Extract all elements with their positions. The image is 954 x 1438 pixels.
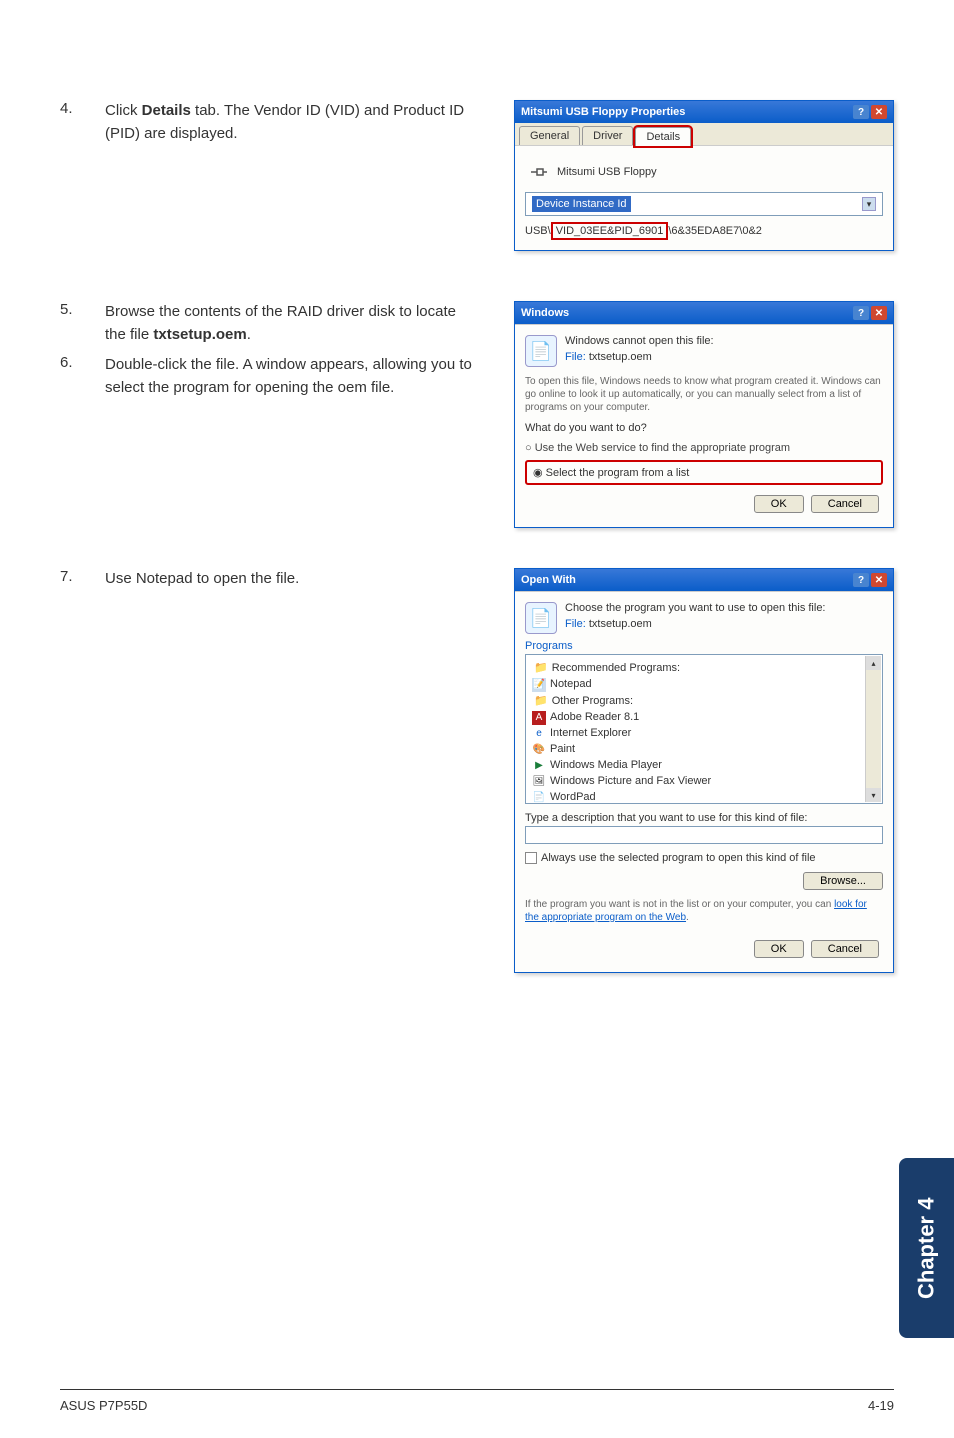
other-group: 📁Other Programs: [530, 692, 878, 709]
step-number: 7. [60, 568, 105, 973]
always-use-checkbox[interactable]: Always use the selected program to open … [525, 852, 883, 864]
step-number: 6. [60, 354, 105, 399]
description-input[interactable] [525, 826, 883, 844]
dialog-title-bar: Open With ? ✕ [515, 569, 893, 591]
step-number: 5. [60, 301, 105, 346]
program-list[interactable]: 📁Recommended Programs: 📝Notepad 📁Other P… [525, 654, 883, 804]
choose-text: Choose the program you want to use to op… [565, 602, 826, 614]
tab-row: General Driver Details [515, 123, 893, 145]
device-icon [529, 164, 549, 180]
close-button[interactable]: ✕ [871, 573, 887, 587]
cannot-open-text: Windows cannot open this file: [565, 335, 714, 347]
footer-page: 4-19 [868, 1398, 894, 1413]
scroll-down-icon[interactable]: ▾ [866, 788, 881, 802]
dialog-title: Mitsumi USB Floppy Properties [521, 106, 685, 118]
info-text: To open this file, Windows needs to know… [525, 375, 883, 414]
help-button[interactable]: ? [853, 105, 869, 119]
property-value: USB\VID_03EE&PID_6901\6&35EDA8E7\0&2 [525, 222, 883, 240]
not-in-list-text: If the program you want is not in the li… [525, 898, 883, 924]
cancel-button[interactable]: Cancel [811, 495, 879, 513]
step-text: Click Details tab. The Vendor ID (VID) a… [105, 100, 514, 251]
program-adobe[interactable]: AAdobe Reader 8.1 [530, 709, 878, 725]
chapter-tab: Chapter 4 [899, 1158, 954, 1338]
windows-dialog: Windows ? ✕ 📄 Windows cannot open this f… [514, 301, 894, 528]
program-wpfv[interactable]: 🖼Windows Picture and Fax Viewer [530, 773, 878, 789]
help-button[interactable]: ? [853, 306, 869, 320]
step-text: Browse the contents of the RAID driver d… [105, 301, 494, 346]
file-label: File: [565, 618, 586, 630]
ok-button[interactable]: OK [754, 495, 804, 513]
footer-left: ASUS P7P55D [60, 1398, 147, 1413]
program-paint[interactable]: 🎨Paint [530, 741, 878, 757]
file-label: File: [565, 351, 586, 363]
tab-general[interactable]: General [519, 126, 580, 145]
file-icon: 📄 [525, 335, 557, 367]
step-text: Use Notepad to open the file. [105, 568, 514, 973]
close-button[interactable]: ✕ [871, 306, 887, 320]
recommended-group: 📁Recommended Programs: [530, 659, 878, 676]
program-ie[interactable]: eInternet Explorer [530, 725, 878, 741]
dialog-title-bar: Mitsumi USB Floppy Properties ? ✕ [515, 101, 893, 123]
step-number: 4. [60, 100, 105, 251]
browse-button[interactable]: Browse... [803, 872, 883, 890]
program-wordpad[interactable]: 📄WordPad [530, 789, 878, 804]
cancel-button[interactable]: Cancel [811, 940, 879, 958]
radio-web-service[interactable]: ○ Use the Web service to find the approp… [525, 438, 883, 458]
scrollbar[interactable]: ▴ ▾ [865, 656, 881, 802]
tab-details[interactable]: Details [635, 127, 691, 146]
help-button[interactable]: ? [853, 573, 869, 587]
file-name: txtsetup.oem [589, 618, 652, 630]
ok-button[interactable]: OK [754, 940, 804, 958]
dialog-title: Open With [521, 574, 576, 586]
dialog-title-bar: Windows ? ✕ [515, 302, 893, 324]
question-text: What do you want to do? [525, 422, 883, 434]
radio-select-from-list[interactable]: ◉ Select the program from a list [525, 460, 883, 485]
program-wmp[interactable]: ▶Windows Media Player [530, 757, 878, 773]
open-with-dialog: Open With ? ✕ 📄 Choose the program you w… [514, 568, 894, 973]
file-icon: 📄 [525, 602, 557, 634]
step-text: Double-click the file. A window appears,… [105, 354, 494, 399]
properties-dialog: Mitsumi USB Floppy Properties ? ✕ Genera… [514, 100, 894, 251]
program-notepad[interactable]: 📝Notepad [530, 676, 878, 692]
property-selector[interactable]: Device Instance Id ▾ [525, 192, 883, 216]
programs-label: Programs [525, 640, 883, 652]
tab-driver[interactable]: Driver [582, 126, 633, 145]
device-name: Mitsumi USB Floppy [557, 166, 657, 178]
scroll-up-icon[interactable]: ▴ [866, 656, 881, 670]
dialog-title: Windows [521, 307, 569, 319]
file-name: txtsetup.oem [589, 351, 652, 363]
close-button[interactable]: ✕ [871, 105, 887, 119]
vid-pid-highlight: VID_03EE&PID_6901 [551, 222, 669, 240]
dropdown-arrow-icon[interactable]: ▾ [862, 197, 876, 211]
description-label: Type a description that you want to use … [525, 812, 883, 824]
